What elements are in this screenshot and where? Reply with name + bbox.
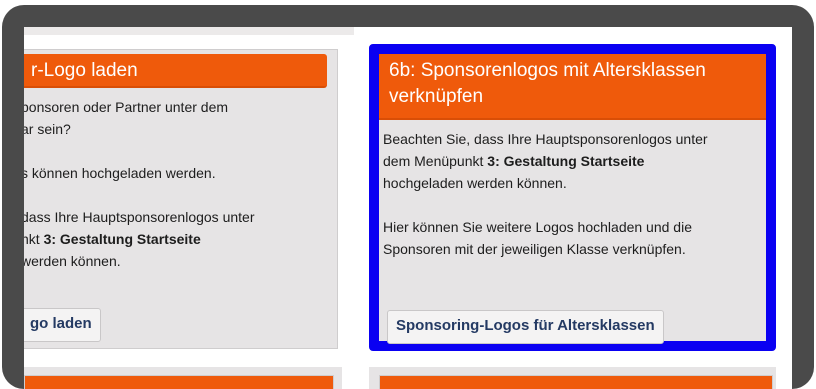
sponsoring-logos-age-classes-button[interactable]: Sponsoring-Logos für Altersklassen: [387, 310, 664, 344]
description-line: nkt 3: Gestaltung Startseite: [24, 228, 329, 250]
sponsor-logo-upload-card: r-Logo laden ponsoren oder Partner unter…: [24, 49, 338, 349]
description-line: dass Ihre Hauptsponsorenlogos unter: [24, 209, 255, 225]
next-card-header-left: [24, 375, 334, 389]
menu-reference: 3: Gestaltung Startseite: [43, 231, 201, 247]
description-line: s können hochgeladen werden.: [24, 165, 216, 181]
age-class-sponsor-logos-card: 6b: Sponsorenlogos mit Altersklassen ver…: [369, 44, 776, 351]
description-line: Sponsoren mit der jeweiligen Klasse verk…: [383, 241, 686, 257]
description-line: Beachten Sie, dass Ihre Hauptsponsorenlo…: [383, 131, 708, 147]
title-line: verknüpfen: [389, 86, 484, 107]
screenshot-frame: r-Logo laden ponsoren oder Partner unter…: [2, 5, 814, 389]
title-line: 6b: Sponsorenlogos mit Altersklassen: [389, 60, 706, 81]
page-content: r-Logo laden ponsoren oder Partner unter…: [24, 27, 792, 389]
previous-card-bottom: [24, 27, 354, 35]
description-line: werden können.: [24, 253, 121, 269]
description-line: Hier können Sie weitere Logos hochladen …: [383, 219, 692, 235]
card-description: ponsoren oder Partner unter dem ar sein?…: [24, 88, 337, 272]
card-description: Beachten Sie, dass Ihre Hauptsponsorenlo…: [379, 120, 766, 260]
description-line: hochgeladen werden können.: [383, 175, 567, 191]
next-card-header-right: [379, 375, 773, 389]
card-title: 6b: Sponsorenlogos mit Altersklassen ver…: [379, 54, 766, 120]
description-line: dem Menüpunkt 3: Gestaltung Startseite: [383, 150, 758, 172]
card-title: r-Logo laden: [24, 54, 327, 88]
menu-reference: 3: Gestaltung Startseite: [487, 153, 645, 169]
upload-logo-button[interactable]: go laden: [24, 308, 101, 342]
text: nkt: [24, 231, 40, 247]
description-line: ar sein?: [24, 121, 71, 137]
text: dem Menüpunkt: [383, 153, 488, 169]
description-line: ponsoren oder Partner unter dem: [24, 99, 229, 115]
